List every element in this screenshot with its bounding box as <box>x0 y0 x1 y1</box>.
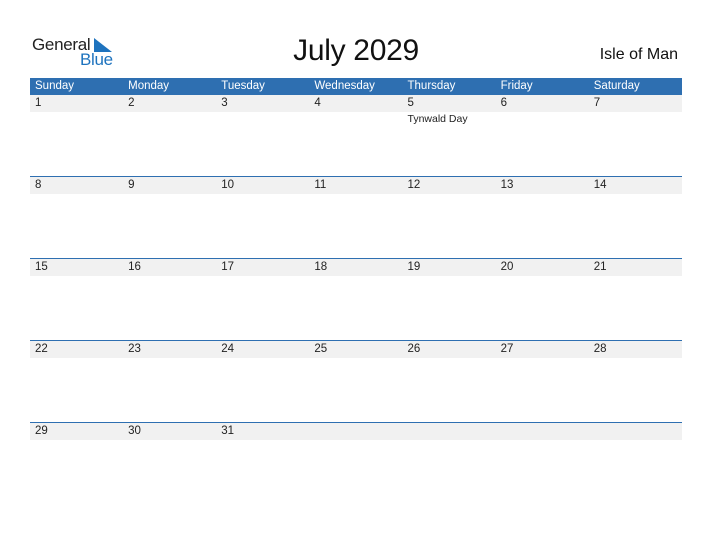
day-number: 12 <box>407 179 421 191</box>
day-event <box>30 112 123 126</box>
day-number: 21 <box>593 261 607 273</box>
day-number-bar: 15 16 17 18 19 20 21 <box>30 259 682 276</box>
calendar-grid: Sunday Monday Tuesday Wednesday Thursday… <box>30 78 682 504</box>
day-number: 5 <box>407 97 414 109</box>
day-number: 14 <box>593 179 607 191</box>
day-number: 4 <box>314 97 321 109</box>
day-number: 13 <box>500 179 514 191</box>
weekday-friday: Friday <box>500 80 533 92</box>
day-number <box>403 423 496 440</box>
weeks-container: 1 2 3 4 5 6 7 Tynwald Day 8 9 10 11 12 13 14 15 16 17 18 19… <box>30 95 682 504</box>
day-number: 11 <box>314 179 327 191</box>
day-number: 16 <box>128 261 141 273</box>
day-event <box>496 112 589 126</box>
day-number: 1 <box>35 97 42 109</box>
weekday-monday: Monday <box>128 80 170 92</box>
day-number <box>589 423 682 440</box>
day-number: 23 <box>128 343 141 355</box>
day-number: 15 <box>35 261 48 273</box>
day-number: 7 <box>593 97 601 109</box>
day-number-bar: 1 2 3 4 5 6 7 <box>30 95 682 112</box>
day-event <box>216 112 309 126</box>
day-number: 22 <box>35 343 48 355</box>
week-row: 15 16 17 18 19 20 21 <box>30 258 682 340</box>
week-row: 29 30 31 <box>30 422 682 504</box>
week-row: 22 23 24 25 26 27 28 <box>30 340 682 422</box>
day-event: Tynwald Day <box>407 113 468 125</box>
day-number: 6 <box>500 97 508 109</box>
day-number: 10 <box>221 179 235 191</box>
day-number: 29 <box>35 425 48 437</box>
day-number: 3 <box>221 97 228 109</box>
day-number: 31 <box>221 425 235 437</box>
day-event <box>123 112 216 126</box>
weekday-header: Sunday Monday Tuesday Wednesday Thursday… <box>30 78 682 95</box>
day-number: 8 <box>35 179 42 191</box>
day-number-bar: 29 30 31 <box>30 423 682 440</box>
day-number: 25 <box>314 343 328 355</box>
day-number-bar: 22 23 24 25 26 27 28 <box>30 341 682 358</box>
region-label: Isle of Man <box>599 46 678 63</box>
day-number: 20 <box>500 261 514 273</box>
day-event <box>589 112 682 126</box>
weekday-wednesday: Wednesday <box>314 80 375 92</box>
day-event <box>309 112 402 126</box>
weekday-tuesday: Tuesday <box>221 80 265 92</box>
day-number: 27 <box>500 343 514 355</box>
weekday-sunday: Sunday <box>35 80 75 92</box>
day-number: 30 <box>128 425 141 437</box>
day-number: 26 <box>407 343 421 355</box>
day-number: 18 <box>314 261 328 273</box>
day-number <box>496 423 589 440</box>
weekday-saturday: Saturday <box>593 80 640 92</box>
day-number: 24 <box>221 343 235 355</box>
day-number: 19 <box>407 261 421 273</box>
week-row: 8 9 10 11 12 13 14 <box>30 176 682 258</box>
events-row: Tynwald Day <box>30 112 682 126</box>
weekday-thursday: Thursday <box>407 80 456 92</box>
day-number-bar: 8 9 10 11 12 13 14 <box>30 177 682 194</box>
day-number: 2 <box>128 97 135 109</box>
day-number: 28 <box>593 343 607 355</box>
week-row: 1 2 3 4 5 6 7 Tynwald Day <box>30 95 682 176</box>
day-number: 17 <box>221 261 235 273</box>
day-number <box>309 423 402 440</box>
day-number: 9 <box>128 179 135 191</box>
